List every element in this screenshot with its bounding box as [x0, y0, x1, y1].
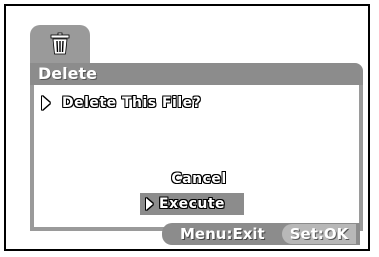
dialog-panel: Delete This File? Cancel Execute — [30, 85, 363, 231]
dialog-title: Delete — [38, 64, 97, 83]
pointer-arrow-icon — [42, 96, 50, 110]
question-text: Delete This File? — [62, 95, 202, 111]
trash-icon — [50, 32, 70, 55]
bottom-divider — [4, 249, 370, 251]
execute-option[interactable]: Execute — [140, 193, 244, 215]
delete-tab — [30, 25, 90, 65]
set-ok-hint: Set:OK — [282, 224, 356, 244]
menu-exit-hint: Menu:Exit — [180, 225, 265, 243]
footer-hint-bar: Menu:Exit Set:OK — [162, 223, 360, 245]
execute-option-label: Execute — [159, 196, 226, 212]
camera-screen: Delete Delete This File? Cancel Execute … — [0, 0, 379, 257]
question-row: Delete This File? — [42, 93, 201, 113]
dialog-title-bar: Delete — [30, 63, 363, 85]
cancel-option[interactable]: Cancel — [154, 171, 244, 187]
selection-arrow-icon — [146, 198, 153, 210]
